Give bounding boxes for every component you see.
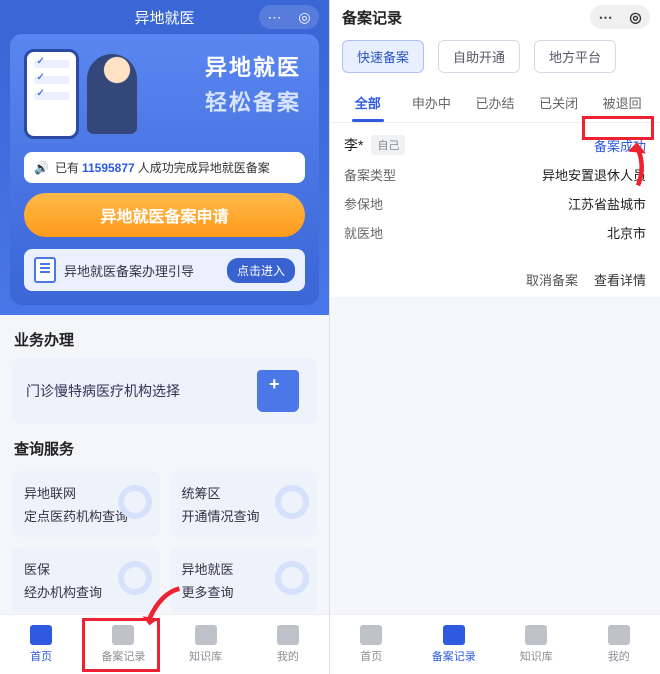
query-grid: 异地联网 定点医药机构查询 统筹区 开通情况查询 医保 经办机构查询 异地就医 … bbox=[12, 471, 317, 613]
book-tab-icon bbox=[525, 625, 547, 645]
guide-enter-button[interactable]: 点击进入 bbox=[227, 258, 295, 283]
status-segments: 全部 申办中 已办结 已关闭 被退回 bbox=[330, 83, 660, 123]
record-row-treat: 就医地 北京市 bbox=[344, 223, 646, 242]
stat-prefix: 已有 bbox=[55, 159, 79, 176]
tab-label: 首页 bbox=[30, 648, 52, 664]
hospital-icon bbox=[257, 370, 299, 412]
row-key: 备案类型 bbox=[344, 165, 396, 184]
records-title: 备案记录 bbox=[342, 7, 402, 28]
tab-label: 首页 bbox=[360, 648, 382, 664]
pill-quick[interactable]: 快速备案 bbox=[342, 40, 424, 73]
more-icon[interactable]: ⋯ bbox=[598, 9, 612, 26]
query-card-agency[interactable]: 医保 经办机构查询 bbox=[12, 547, 160, 613]
speaker-icon: 🔊 bbox=[34, 161, 49, 175]
location-icon bbox=[275, 485, 309, 519]
stat-bar: 🔊 已有 11595877 人成功完成异地就医备案 bbox=[24, 152, 305, 183]
tab-label: 我的 bbox=[608, 648, 630, 664]
pill-local[interactable]: 地方平台 bbox=[534, 40, 616, 73]
guide-row[interactable]: 异地就医备案办理引导 点击进入 bbox=[24, 249, 305, 291]
biz-card-clinic[interactable]: 门诊慢特病医疗机构选择 bbox=[12, 358, 317, 424]
tab-label: 我的 bbox=[277, 648, 299, 664]
query-section-title: 查询服务 bbox=[0, 424, 329, 467]
query-card-network[interactable]: 异地联网 定点医药机构查询 bbox=[12, 471, 160, 537]
action-detail[interactable]: 查看详情 bbox=[594, 270, 646, 289]
home-title: 异地就医 bbox=[134, 7, 194, 28]
tab-label: 知识库 bbox=[189, 648, 222, 664]
row-val: 江苏省盐城市 bbox=[568, 194, 646, 213]
tab-knowledge[interactable]: 知识库 bbox=[165, 615, 247, 674]
miniapp-capsule[interactable]: ⋯ ◎ bbox=[590, 5, 650, 29]
row-val: 北京市 bbox=[607, 223, 646, 242]
apply-button[interactable]: 异地就医备案申请 bbox=[24, 193, 305, 237]
tab-label: 备案记录 bbox=[432, 648, 476, 664]
screen-records: 备案记录 ⋯ ◎ 快速备案 自助开通 地方平台 全部 申办中 已办结 已关闭 被… bbox=[330, 0, 660, 674]
person-icon bbox=[277, 625, 299, 645]
hero-card: 异地就医 轻松备案 🔊 已有 11595877 人成功完成异地就医备案 异地就医… bbox=[10, 34, 319, 305]
query-card-region[interactable]: 统筹区 开通情况查询 bbox=[170, 471, 318, 537]
person-illustration bbox=[87, 54, 137, 134]
seg-returned[interactable]: 被退回 bbox=[590, 83, 654, 122]
target-icon[interactable]: ◎ bbox=[298, 9, 310, 26]
tab-label: 知识库 bbox=[520, 648, 553, 664]
tab-knowledge[interactable]: 知识库 bbox=[495, 615, 578, 674]
screen-home: 异地就医 ⋯ ◎ 异地就医 轻松备案 🔊 已有 11595877 人成功 bbox=[0, 0, 330, 674]
home-icon bbox=[360, 625, 382, 645]
tab-home[interactable]: 首页 bbox=[330, 615, 413, 674]
row-key: 参保地 bbox=[344, 194, 383, 213]
more-icon[interactable]: ⋯ bbox=[267, 9, 281, 26]
more-query-icon bbox=[275, 561, 309, 595]
biz-card-label: 门诊慢特病医疗机构选择 bbox=[26, 381, 180, 401]
stat-suffix: 人成功完成异地就医备案 bbox=[138, 159, 270, 176]
hero-line1: 异地就医 bbox=[205, 50, 301, 82]
shield-icon bbox=[112, 625, 134, 645]
record-name: 李* bbox=[344, 135, 363, 155]
record-card[interactable]: 李* 自己 备案成功 备案类型 异地安置退休人员 参保地 江苏省盐城市 就医地 … bbox=[330, 123, 660, 256]
hero-section: 异地就医 轻松备案 🔊 已有 11595877 人成功完成异地就医备案 异地就医… bbox=[0, 34, 329, 315]
phone-illustration bbox=[24, 49, 79, 139]
seg-processing[interactable]: 申办中 bbox=[400, 83, 464, 122]
row-key: 就医地 bbox=[344, 223, 383, 242]
tab-mine[interactable]: 我的 bbox=[247, 615, 329, 674]
seg-all[interactable]: 全部 bbox=[336, 83, 400, 122]
tab-records[interactable]: 备案记录 bbox=[413, 615, 496, 674]
query-card-more[interactable]: 异地就医 更多查询 bbox=[170, 547, 318, 613]
record-relation-tag: 自己 bbox=[371, 135, 405, 155]
miniapp-capsule[interactable]: ⋯ ◎ bbox=[259, 5, 319, 29]
home-icon bbox=[30, 625, 52, 645]
record-actions: 取消备案 查看详情 bbox=[330, 256, 660, 297]
book-icon bbox=[118, 561, 152, 595]
record-header-row: 李* 自己 备案成功 bbox=[344, 135, 646, 155]
row-val: 异地安置退休人员 bbox=[542, 165, 646, 184]
guide-text: 异地就医备案办理引导 bbox=[64, 261, 227, 280]
record-row-type: 备案类型 异地安置退休人员 bbox=[344, 165, 646, 184]
hero-text: 异地就医 轻松备案 bbox=[205, 50, 301, 117]
seg-closed[interactable]: 已关闭 bbox=[527, 83, 591, 122]
target-icon[interactable]: ◎ bbox=[629, 9, 641, 26]
records-tabbar: 首页 备案记录 知识库 我的 bbox=[330, 614, 660, 674]
tab-home[interactable]: 首页 bbox=[0, 615, 82, 674]
hero-line2: 轻松备案 bbox=[205, 85, 301, 117]
record-row-insure: 参保地 江苏省盐城市 bbox=[344, 194, 646, 213]
tab-mine[interactable]: 我的 bbox=[578, 615, 660, 674]
filter-pills: 快速备案 自助开通 地方平台 bbox=[330, 34, 660, 83]
records-header: 备案记录 ⋯ ◎ bbox=[330, 0, 660, 34]
guide-doc-icon bbox=[34, 257, 56, 283]
hero-banner: 异地就医 轻松备案 bbox=[24, 44, 305, 144]
tab-records[interactable]: 备案记录 bbox=[82, 615, 164, 674]
map-pin-icon bbox=[118, 485, 152, 519]
home-tabbar: 首页 备案记录 知识库 我的 bbox=[0, 614, 329, 674]
person-icon bbox=[608, 625, 630, 645]
biz-section-title: 业务办理 bbox=[0, 315, 329, 358]
seg-done[interactable]: 已办结 bbox=[463, 83, 527, 122]
pill-self[interactable]: 自助开通 bbox=[438, 40, 520, 73]
shield-icon bbox=[443, 625, 465, 645]
action-cancel[interactable]: 取消备案 bbox=[526, 270, 578, 289]
record-status: 备案成功 bbox=[594, 136, 646, 155]
stat-number: 11595877 bbox=[82, 161, 135, 175]
book-tab-icon bbox=[195, 625, 217, 645]
home-header: 异地就医 ⋯ ◎ bbox=[0, 0, 329, 34]
tab-label: 备案记录 bbox=[101, 648, 145, 664]
